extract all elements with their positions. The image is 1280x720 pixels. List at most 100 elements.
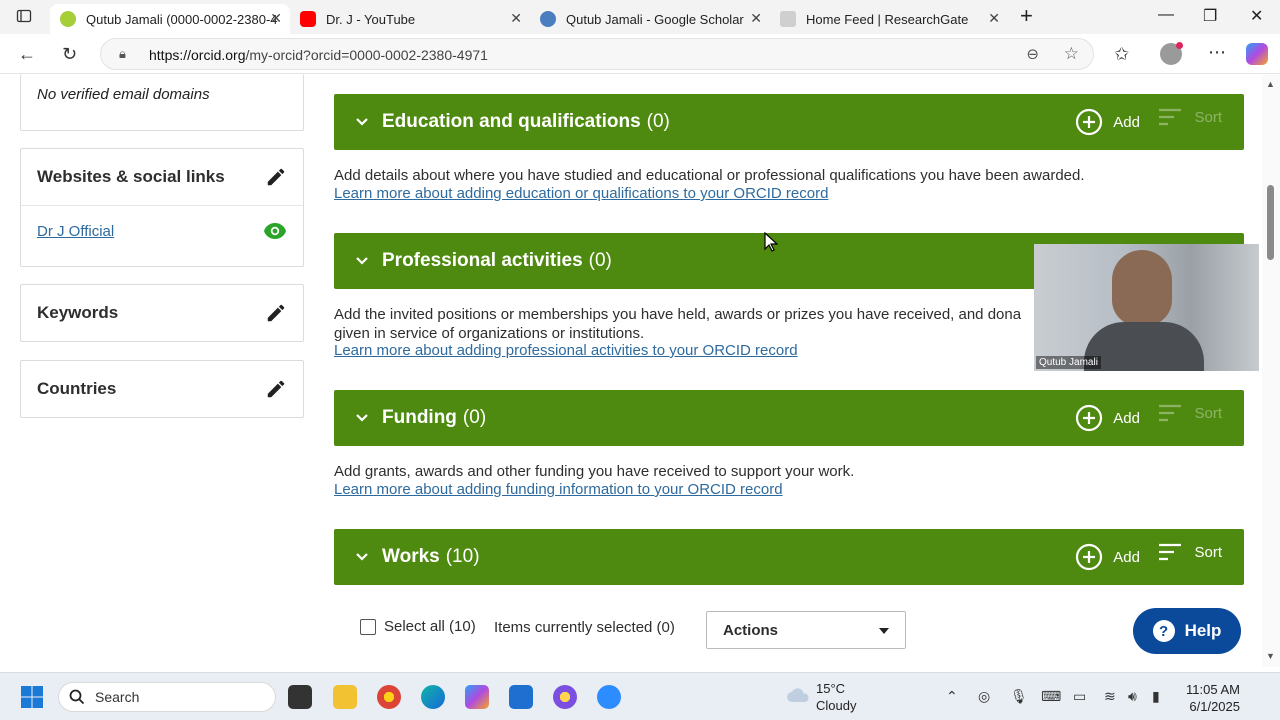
add-label: Add xyxy=(1113,113,1140,131)
tab-title: Home Feed | ResearchGate xyxy=(806,11,969,27)
tab-researchgate[interactable]: Home Feed | ResearchGate ✕ xyxy=(770,4,1008,34)
clock-time: 11:05 AM xyxy=(1186,682,1240,697)
chevron-down-icon[interactable] xyxy=(354,410,370,426)
keyboard-icon[interactable]: ⌨︎ xyxy=(1041,688,1061,705)
volume-icon[interactable]: 🔊︎ xyxy=(1128,688,1137,705)
professional-learn-more-link[interactable]: Learn more about adding professional act… xyxy=(334,342,798,359)
windows-start-icon[interactable] xyxy=(20,685,44,709)
edge-icon[interactable] xyxy=(421,685,445,709)
scroll-down-icon[interactable]: ▼ xyxy=(1266,651,1275,661)
sort-label: Sort xyxy=(1194,543,1222,561)
store-icon[interactable] xyxy=(509,685,533,709)
add-label: Add xyxy=(1113,409,1140,427)
tab-actions-icon[interactable] xyxy=(16,8,32,29)
edit-pencil-icon[interactable] xyxy=(265,302,287,324)
close-tab-icon[interactable]: ✕ xyxy=(750,10,762,27)
close-tab-icon[interactable]: ✕ xyxy=(510,10,522,27)
section-funding[interactable]: Funding (0) Add Sort xyxy=(334,390,1244,446)
taskbar-search[interactable]: Search xyxy=(58,682,276,712)
file-explorer-icon[interactable] xyxy=(333,685,357,709)
visibility-eye-icon[interactable] xyxy=(263,222,287,240)
help-question-icon: ? xyxy=(1152,620,1175,642)
select-all-works[interactable]: Select all (10) xyxy=(360,618,476,635)
chevron-down-icon[interactable] xyxy=(354,114,370,130)
minimize-icon[interactable]: — xyxy=(1158,6,1174,24)
tab-google-scholar[interactable]: Qutub Jamali - Google Scholar ✕ xyxy=(530,4,770,34)
add-education-button[interactable]: Add xyxy=(1075,108,1140,136)
keywords-title: Keywords xyxy=(37,303,119,322)
add-label: Add xyxy=(1113,548,1140,566)
websites-header: Websites & social links xyxy=(21,149,303,205)
tab-title: Qutub Jamali - Google Scholar xyxy=(566,11,744,27)
items-selected-count: Items currently selected (0) xyxy=(494,619,675,636)
chevron-down-icon[interactable] xyxy=(354,549,370,565)
wifi-icon[interactable]: ≋ xyxy=(1104,688,1116,705)
funding-learn-more-link[interactable]: Learn more about adding funding informat… xyxy=(334,481,783,498)
taskbar-clock[interactable]: 11:05 AM 6/1/2025 xyxy=(1184,681,1240,715)
address-bar[interactable]: 🔒︎ https://orcid.org/my-orcid?orcid=0000… xyxy=(100,38,1094,70)
cloud-icon xyxy=(787,688,809,702)
copilot-icon[interactable] xyxy=(1246,43,1268,65)
add-circle-icon xyxy=(1076,108,1103,136)
scholar-favicon-icon xyxy=(540,11,556,27)
tab-youtube[interactable]: Dr. J - YouTube ✕ xyxy=(290,4,530,34)
chrome-icon[interactable] xyxy=(377,685,401,709)
new-tab-icon[interactable]: + xyxy=(1020,3,1033,29)
edit-pencil-icon[interactable] xyxy=(265,378,287,400)
microphone-icon[interactable]: 🎙︎ xyxy=(1010,688,1028,705)
lock-icon[interactable]: 🔒︎ xyxy=(119,46,126,62)
copilot-app-icon[interactable] xyxy=(465,685,489,709)
email-domains-note: No verified email domains xyxy=(37,86,210,103)
back-icon[interactable]: ← xyxy=(18,44,36,65)
more-menu-icon[interactable]: ⋯ xyxy=(1208,42,1226,63)
copilot-tray-icon[interactable]: ◎ xyxy=(978,688,990,705)
scrollbar-thumb[interactable] xyxy=(1267,185,1274,260)
task-view-icon[interactable] xyxy=(288,685,312,709)
close-window-icon[interactable]: ✕ xyxy=(1250,6,1263,26)
countries-card: Countries xyxy=(20,360,304,418)
edit-pencil-icon[interactable] xyxy=(265,166,287,188)
add-funding-button[interactable]: Add xyxy=(1075,404,1140,432)
scroll-up-icon[interactable]: ▲ xyxy=(1266,79,1275,89)
sort-label: Sort xyxy=(1194,108,1222,126)
add-circle-icon xyxy=(1076,543,1103,571)
favorite-star-icon[interactable]: ☆ xyxy=(1064,44,1079,64)
browser-toolbar: ← ↻ 🔒︎ https://orcid.org/my-orcid?orcid=… xyxy=(0,34,1280,74)
section-title: Professional activities (0) xyxy=(382,250,612,271)
show-hidden-icons-icon[interactable]: ⌃ xyxy=(946,688,958,705)
sort-funding-button[interactable]: Sort xyxy=(1158,404,1222,422)
page-scrollbar[interactable]: ▲ ▼ xyxy=(1262,75,1280,667)
chevron-down-icon[interactable] xyxy=(354,253,370,269)
researchgate-favicon-icon xyxy=(780,11,796,27)
education-learn-more-link[interactable]: Learn more about adding education or qua… xyxy=(334,185,828,202)
reader-icon[interactable]: ⊖ xyxy=(1026,45,1039,63)
refresh-icon[interactable]: ↻ xyxy=(62,44,77,65)
add-circle-icon xyxy=(1076,404,1103,432)
favorites-icon[interactable]: ✩ xyxy=(1114,44,1129,65)
professional-description-line2: given in service of organizations or ins… xyxy=(334,325,645,342)
sort-works-button[interactable]: Sort xyxy=(1158,543,1222,561)
participant-shirt xyxy=(1084,322,1204,371)
chrome-canary-icon[interactable] xyxy=(553,685,577,709)
actions-dropdown[interactable]: Actions xyxy=(706,611,906,649)
battery-icon[interactable]: ▮ xyxy=(1152,688,1160,705)
websites-title: Websites & social links xyxy=(37,167,225,186)
funding-description: Add grants, awards and other funding you… xyxy=(334,463,855,480)
video-call-overlay[interactable]: Qutub Jamali xyxy=(1034,244,1259,371)
zoom-icon[interactable] xyxy=(597,685,621,709)
section-title: Funding (0) xyxy=(382,407,487,428)
section-works[interactable]: Works (10) Add Sort xyxy=(334,529,1244,585)
select-all-checkbox[interactable] xyxy=(360,618,376,635)
close-tab-icon[interactable]: ✕ xyxy=(988,10,1000,27)
education-description: Add details about where you have studied… xyxy=(334,167,1085,184)
help-button[interactable]: ? Help xyxy=(1133,608,1241,654)
add-works-button[interactable]: Add xyxy=(1075,543,1140,571)
sort-icon xyxy=(1159,404,1182,422)
display-icon[interactable]: ▭ xyxy=(1073,688,1086,705)
section-education[interactable]: Education and qualifications (0) Add Sort xyxy=(334,94,1244,150)
tab-orcid[interactable]: Qutub Jamali (0000-0002-2380-4 ✕ xyxy=(50,4,290,34)
website-link[interactable]: Dr J Official xyxy=(37,223,114,240)
restore-icon[interactable]: ❐ xyxy=(1203,6,1217,26)
close-tab-icon[interactable]: ✕ xyxy=(270,10,282,27)
sort-education-button[interactable]: Sort xyxy=(1158,108,1222,126)
